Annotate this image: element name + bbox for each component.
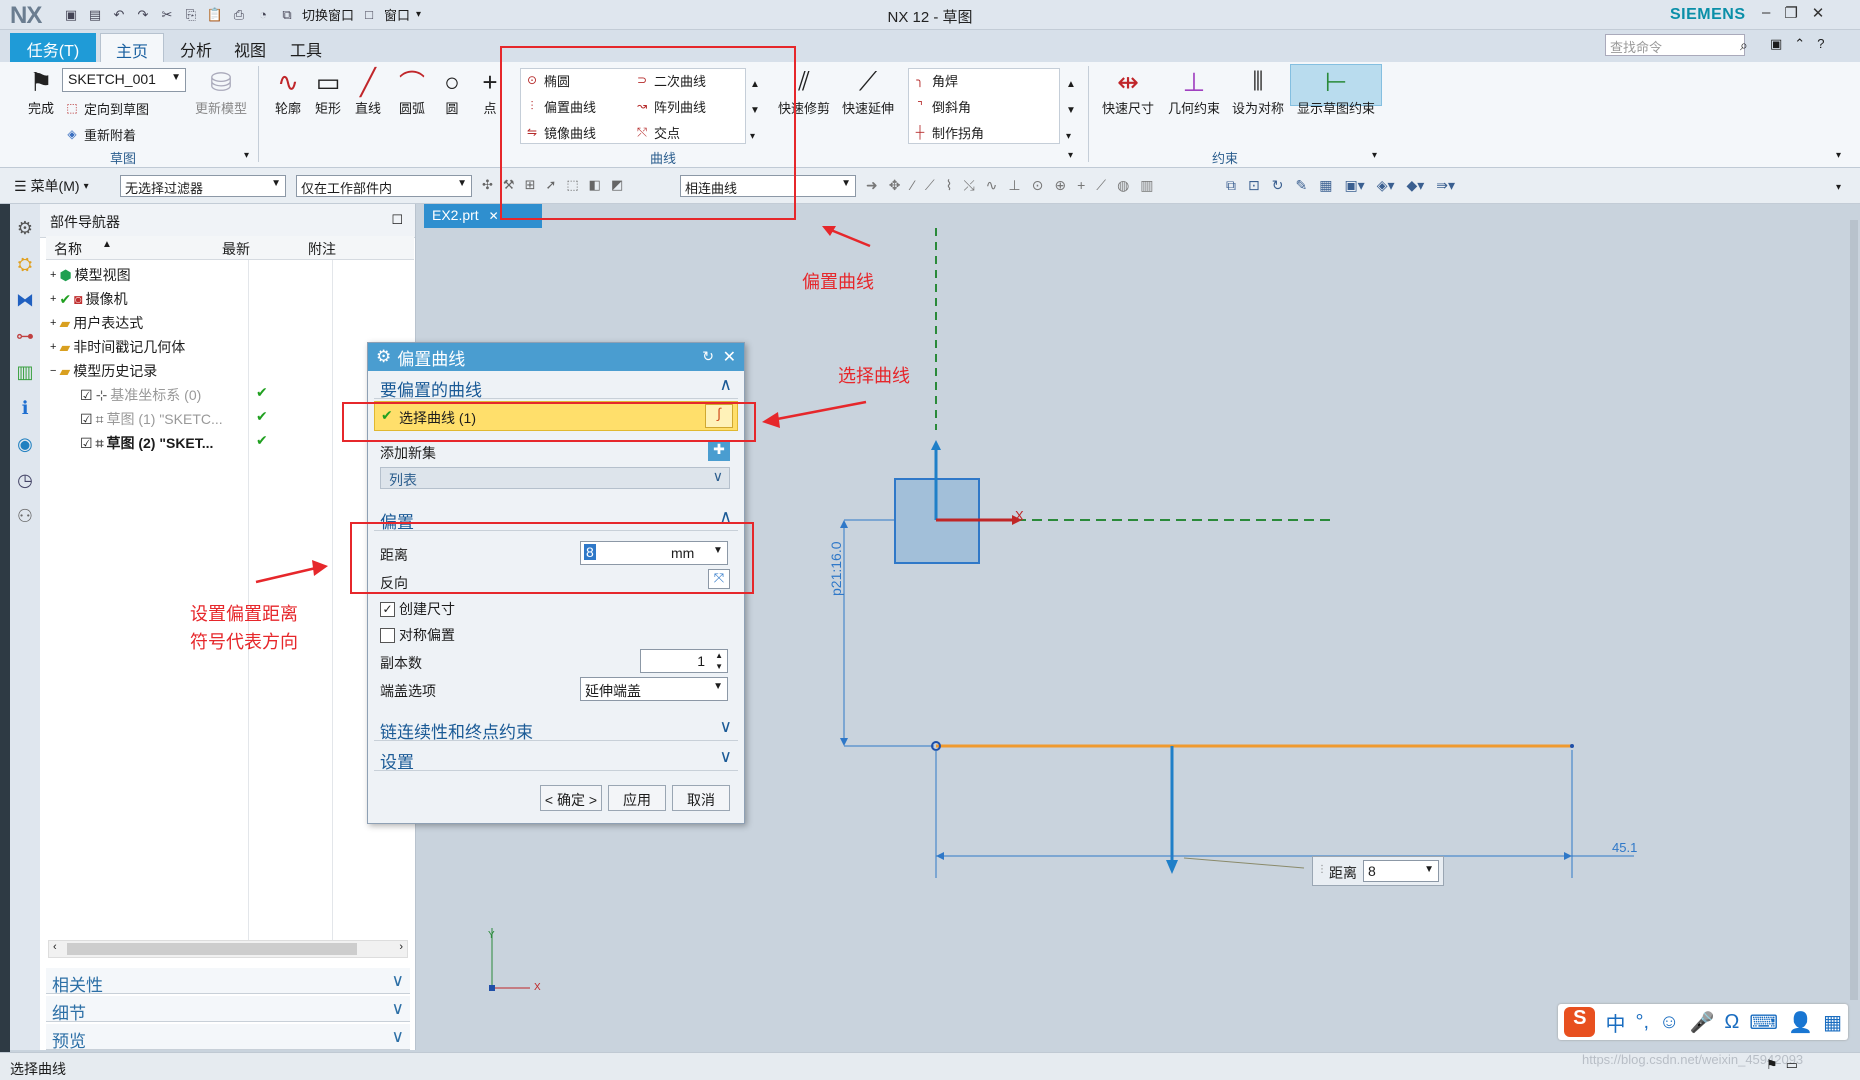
- grid-menu-icon[interactable]: ▦: [1823, 1010, 1842, 1035]
- annotation-arrow: [255, 566, 317, 584]
- annotation-offset-curve: 偏置曲线: [802, 272, 874, 292]
- punctuation-icon[interactable]: °,: [1635, 1011, 1649, 1034]
- status-icons: ⚑ ▭: [1766, 1057, 1798, 1073]
- annotation-arrowhead: [762, 412, 780, 428]
- status-text: 选择曲线: [10, 1061, 66, 1077]
- annotation-select-curve: 选择曲线: [838, 366, 910, 386]
- keyboard-icon[interactable]: ⌨: [1749, 1010, 1778, 1035]
- annotation-arrows: [255, 226, 871, 584]
- annotation-direction: 符号代表方向: [190, 632, 298, 652]
- annotation-arrowhead: [312, 560, 328, 576]
- symbol-icon[interactable]: Ω: [1724, 1011, 1739, 1034]
- checkered-flag-icon[interactable]: ⚑: [1766, 1057, 1778, 1073]
- user-icon[interactable]: 👤: [1788, 1010, 1813, 1035]
- annotation-arrow: [771, 400, 867, 422]
- status-bar: 选择曲线: [0, 1052, 1860, 1080]
- ime-toolbar: S 中 °, ☺ 🎤 Ω ⌨ 👤 ▦: [1558, 1004, 1848, 1040]
- window-icon[interactable]: ▭: [1786, 1057, 1798, 1073]
- annotation-set-distance: 设置偏置距离: [190, 604, 298, 624]
- ime-chinese-mode[interactable]: 中: [1605, 1008, 1625, 1037]
- sogou-logo-icon[interactable]: S: [1564, 1007, 1596, 1037]
- microphone-icon[interactable]: 🎤: [1689, 1010, 1714, 1035]
- emoji-icon[interactable]: ☺: [1659, 1011, 1679, 1034]
